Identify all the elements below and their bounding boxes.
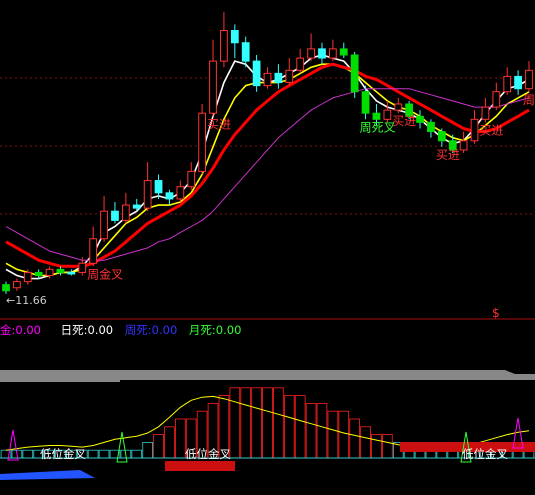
legend-weekly-death-value: 0.00	[151, 323, 178, 337]
oscillator-bar	[142, 441, 153, 459]
candle-body	[514, 75, 522, 90]
oscillator-bar	[349, 418, 360, 459]
candle-body	[56, 268, 65, 273]
candle-body	[78, 262, 87, 273]
candle-body	[339, 48, 348, 56]
candle-body	[100, 210, 108, 240]
legend-gold-label: 金:	[0, 323, 16, 337]
candle-body	[121, 204, 130, 221]
oscillator-bar	[262, 387, 273, 459]
candle-body	[470, 118, 479, 142]
oscillator-area	[0, 470, 95, 480]
oscillator-bar	[305, 402, 317, 459]
oscillator-bar	[382, 434, 393, 459]
candle-body	[165, 192, 174, 200]
signal-annotation: 买进	[207, 117, 231, 131]
candle-body	[328, 48, 337, 59]
indicator-legend: 金:0.00 日死:0.00 周死:0.00 月死:0.00	[0, 322, 241, 338]
candle-body	[318, 48, 326, 59]
oscillator-bar	[229, 387, 241, 459]
oscillator-bar	[338, 410, 350, 459]
oscillator-label: 低位金叉	[40, 447, 86, 461]
oscillator-bar	[87, 449, 99, 459]
legend-gold-value: 0.00	[15, 323, 41, 337]
oscillator-band	[165, 461, 235, 471]
candle-body	[220, 30, 228, 62]
candle-body	[23, 271, 32, 283]
oscillator-bar	[175, 418, 186, 459]
candle-body	[361, 91, 370, 114]
candle-body	[274, 72, 283, 84]
oscillator-bar	[251, 387, 262, 459]
candle-body	[459, 140, 468, 151]
candle-body	[394, 103, 403, 111]
oscillator-bar	[22, 449, 34, 459]
candle-body	[13, 281, 21, 289]
oscillator-label: 低位金叉	[185, 447, 231, 461]
candle-body	[198, 112, 207, 172]
price-low-label: ←11.66	[6, 294, 47, 307]
candle-body	[296, 57, 305, 71]
legend-monthly-death-value: 0.00	[215, 323, 242, 337]
oscillator-bar	[283, 395, 295, 459]
candle-body	[209, 60, 217, 114]
candle-body	[350, 54, 359, 93]
oscillator-label: 低位金叉	[462, 447, 508, 461]
candle-body	[187, 170, 196, 188]
candle-body	[481, 106, 490, 120]
signal-annotation: 买进	[479, 123, 503, 137]
candle-body	[372, 112, 381, 120]
signal-annotation: 周死叉	[360, 120, 396, 134]
moving-average-line	[5, 63, 530, 277]
candle-body	[89, 238, 98, 264]
volume-band	[0, 370, 120, 382]
oscillator-bar	[131, 449, 143, 459]
candle-body	[383, 109, 392, 120]
candle-body	[437, 131, 446, 142]
signal-annotation: 周	[523, 93, 535, 107]
cross-marker	[7, 429, 19, 461]
candle-body	[67, 271, 76, 275]
oscillator-bar	[327, 410, 339, 459]
candle-body	[45, 268, 54, 276]
candle-body	[154, 180, 163, 194]
oscillator-bar	[371, 434, 382, 459]
legend-weekly-death-label: 周死:	[124, 323, 152, 337]
moving-average-line	[5, 88, 530, 261]
candle-body	[111, 210, 119, 221]
candle-body	[230, 30, 239, 44]
candle-body	[2, 284, 10, 292]
candle-body	[176, 186, 185, 200]
oscillator-bar	[98, 449, 110, 459]
stock-chart: 周金叉周死叉买进 买进买进买进周←11.66低位金叉 低位金叉 低位金叉	[0, 12, 535, 480]
oscillator-bar	[164, 426, 175, 459]
signal-annotation: 买进	[392, 114, 416, 128]
oscillator-bar	[294, 395, 306, 459]
candle-body	[132, 204, 141, 209]
oscillator-bar	[240, 387, 252, 459]
moving-average-line	[5, 62, 530, 268]
oscillator-bar	[360, 426, 371, 459]
signal-annotation: 买进	[436, 148, 460, 162]
candle-body	[427, 121, 435, 133]
signal-annotation: 周金叉	[87, 266, 123, 281]
candle-body	[241, 42, 250, 62]
dollar-marker: $	[492, 306, 500, 320]
legend-daily-death-label: 日死:	[60, 323, 88, 337]
oscillator-bar	[273, 387, 284, 459]
candle-body	[252, 60, 261, 87]
legend-monthly-death-label: 月死:	[188, 323, 216, 337]
candle-body	[416, 115, 424, 123]
candle-body	[285, 69, 294, 84]
candle-body	[503, 75, 512, 93]
legend-daily-death-value: 0.00	[87, 323, 114, 337]
candle-body	[34, 271, 43, 276]
oscillator-bar	[153, 434, 164, 459]
candle-body	[143, 180, 152, 209]
candle-body	[263, 72, 272, 87]
candle-body	[525, 69, 533, 90]
candle-body	[307, 48, 315, 59]
candle-body	[492, 91, 501, 108]
oscillator-bar	[316, 402, 328, 459]
